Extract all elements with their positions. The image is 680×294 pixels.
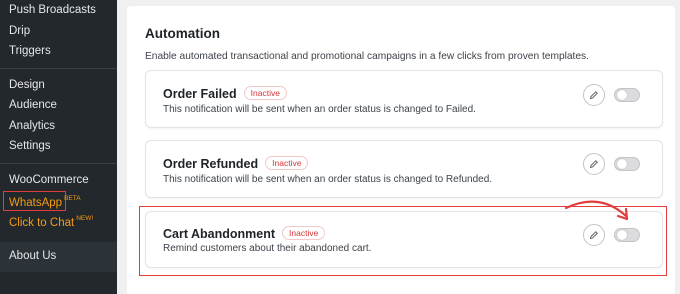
edit-button[interactable] (583, 84, 605, 106)
sidebar-item-whatsapp[interactable]: WhatsApp BETA (9, 195, 81, 209)
page-description: Enable automated transactional and promo… (145, 51, 589, 62)
sidebar-item-triggers[interactable]: Triggers (9, 45, 51, 57)
card-subtitle: This notification will be sent when an o… (163, 104, 476, 115)
sidebar-item-drip[interactable]: Drip (9, 25, 30, 37)
sidebar-divider (0, 163, 117, 164)
annotation-arrow-icon (564, 200, 629, 221)
status-badge: Inactive (265, 156, 309, 170)
sidebar-item-settings[interactable]: Settings (9, 140, 51, 152)
toggle-switch[interactable] (614, 88, 640, 102)
card-title: Order Refunded Inactive (163, 156, 309, 171)
sidebar-item-label: WhatsApp (9, 197, 63, 209)
toggle-switch[interactable] (614, 157, 640, 171)
beta-badge: BETA (64, 195, 81, 202)
card-title: Order Failed Inactive (163, 86, 287, 101)
sidebar-item-push-broadcasts[interactable]: Push Broadcasts (9, 4, 96, 16)
new-badge: NEW! (76, 215, 94, 222)
sidebar-item-woocommerce[interactable]: WooCommerce (9, 174, 89, 186)
sidebar-divider (0, 68, 117, 69)
page-title: Automation (145, 26, 220, 41)
sidebar-item-label: Click to Chat (9, 217, 75, 229)
edit-button[interactable] (583, 153, 605, 175)
card-subtitle: This notification will be sent when an o… (163, 174, 493, 185)
pencil-icon (589, 91, 598, 100)
sidebar-item-click-to-chat[interactable]: Click to Chat NEW! (9, 215, 93, 229)
sidebar-item-analytics[interactable]: Analytics (9, 120, 55, 132)
sidebar-item-audience[interactable]: Audience (9, 99, 57, 111)
pencil-icon (589, 160, 598, 169)
sidebar-item-about-us[interactable]: About Us (9, 250, 56, 262)
automation-card-order-failed: Order Failed Inactive This notification w… (145, 70, 663, 128)
sidebar-item-design[interactable]: Design (9, 79, 45, 91)
status-badge: Inactive (243, 86, 287, 100)
